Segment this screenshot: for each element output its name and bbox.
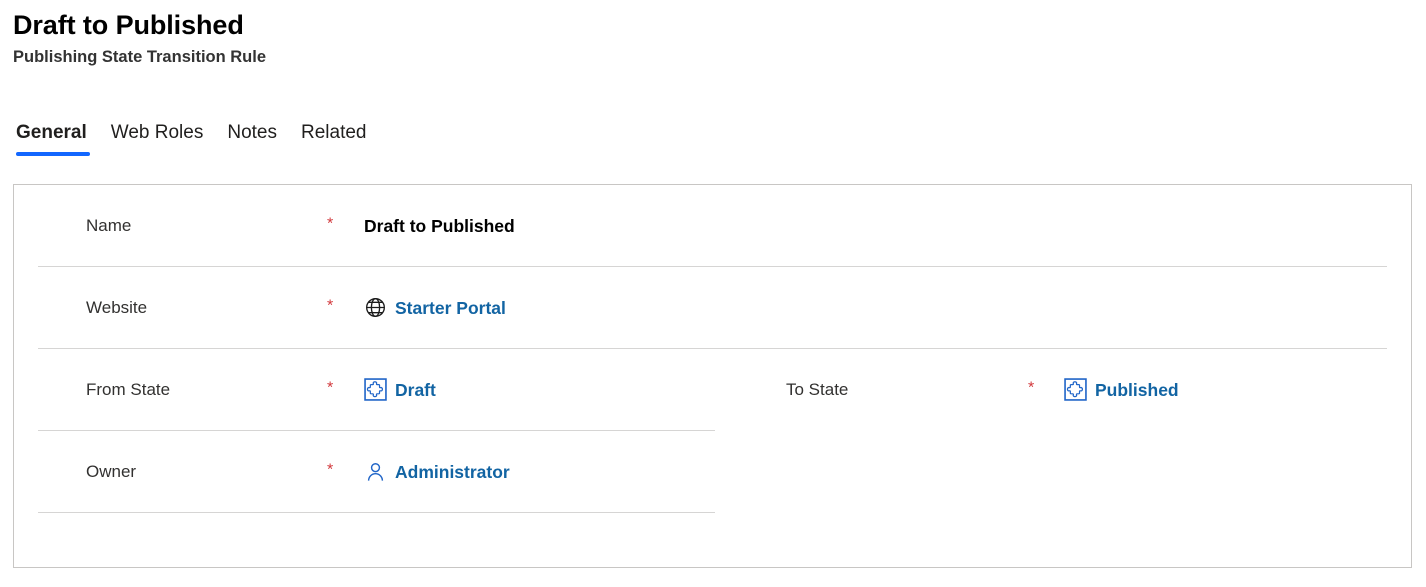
field-owner-value-wrap: Administrator	[364, 460, 510, 483]
field-owner-value[interactable]: Administrator	[395, 461, 510, 483]
entity-puzzle-icon	[1064, 378, 1087, 401]
globe-icon	[364, 296, 387, 319]
form-row-name: Name * Draft to Published	[86, 214, 515, 237]
page-subtitle: Publishing State Transition Rule	[13, 48, 267, 66]
form-row-website: Website * Starter Portal	[38, 266, 1387, 348]
tab-general[interactable]: General	[13, 121, 99, 156]
field-website-value-wrap: Starter Portal	[364, 296, 506, 319]
general-tab-form-card: Name * Draft to Published Website * Star…	[13, 184, 1412, 568]
tab-web-roles[interactable]: Web Roles	[99, 121, 216, 156]
tab-strip: General Web Roles Notes Related	[13, 112, 379, 156]
form-row-owner: Owner * Administrator	[38, 430, 715, 513]
entity-puzzle-icon	[364, 378, 387, 401]
page-title: Draft to Published	[13, 10, 244, 40]
field-to-state-value[interactable]: Published	[1095, 379, 1179, 401]
tab-related-label: Related	[301, 122, 367, 143]
tab-notes[interactable]: Notes	[215, 121, 289, 156]
field-name-value[interactable]: Draft to Published	[364, 215, 515, 237]
field-to-state-value-wrap: Published	[1064, 378, 1179, 401]
tab-web-roles-label: Web Roles	[110, 122, 204, 143]
tab-general-label: General	[16, 122, 87, 143]
form-row-states: From State * Draft To State * Published	[38, 348, 1387, 430]
field-name-required-marker: *	[327, 214, 334, 232]
field-website-required-marker: *	[327, 296, 334, 314]
field-from-state-value[interactable]: Draft	[395, 379, 436, 401]
page-header: Draft to Published Publishing State Tran…	[13, 8, 1413, 68]
field-from-state-required-marker: *	[327, 378, 334, 396]
person-icon	[364, 460, 387, 483]
field-to-state-required-marker: *	[1028, 378, 1035, 396]
field-name-value-wrap: Draft to Published	[364, 215, 515, 237]
tab-notes-label: Notes	[227, 122, 277, 143]
form-field-list: Name * Draft to Published Website * Star…	[14, 185, 1411, 513]
field-website-value[interactable]: Starter Portal	[395, 297, 506, 319]
tab-related[interactable]: Related	[289, 121, 379, 156]
field-from-state-value-wrap: Draft	[364, 378, 436, 401]
field-owner-required-marker: *	[327, 460, 334, 478]
